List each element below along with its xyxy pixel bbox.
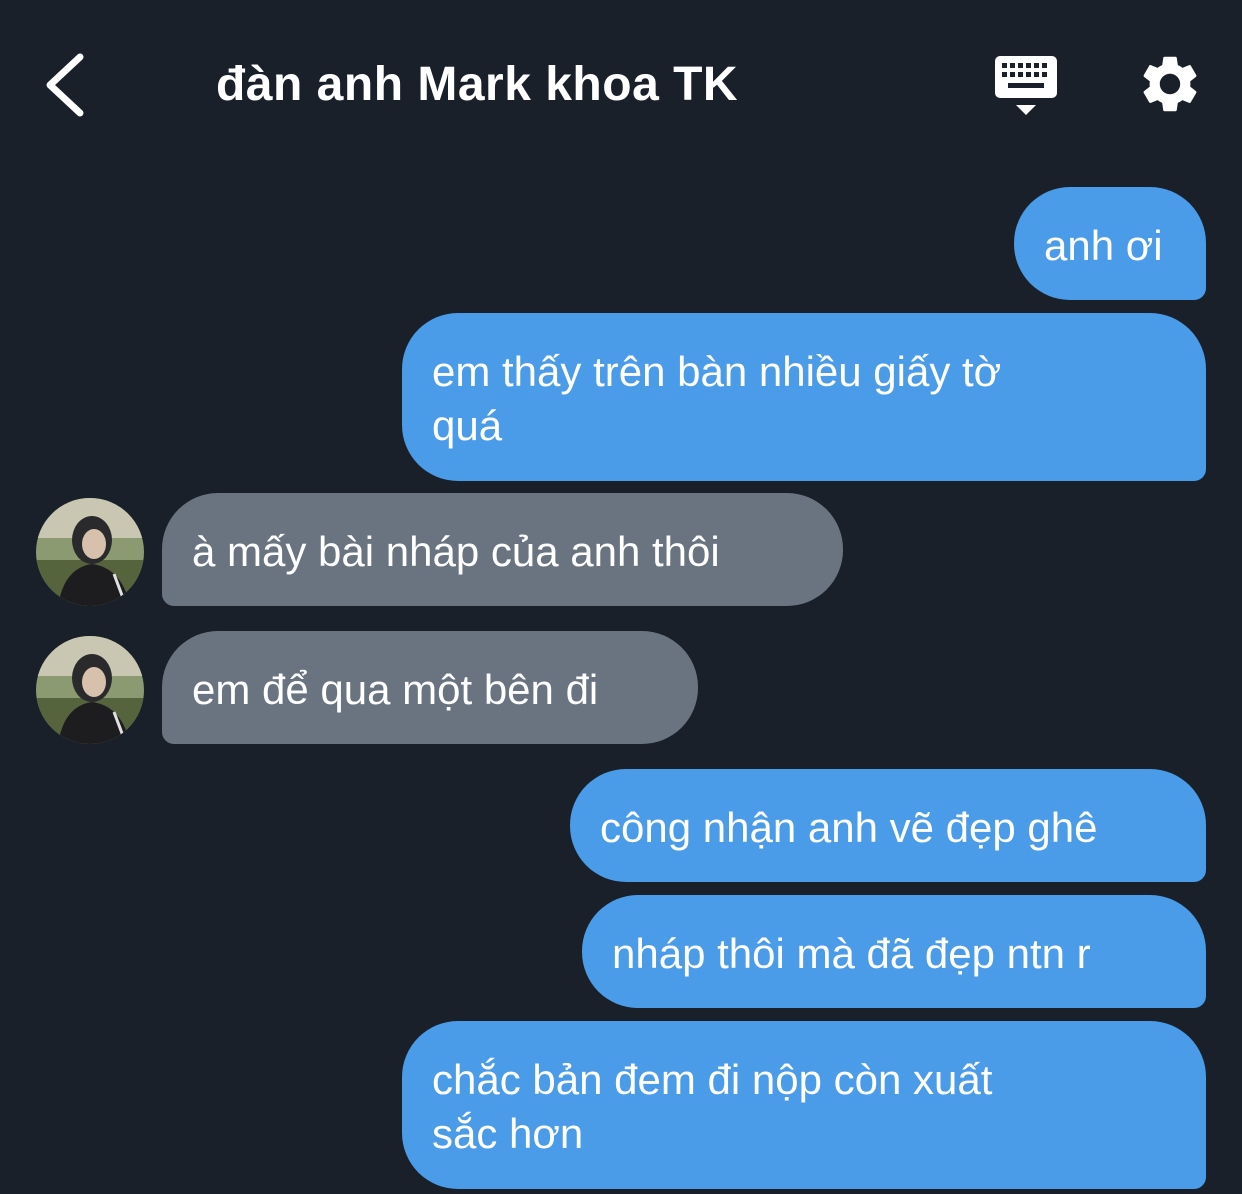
- message-bubble-outgoing[interactable]: chắc bản đem đi nộp còn xuất sắc hơn: [402, 1021, 1206, 1189]
- message-bubble-outgoing[interactable]: nháp thôi mà đã đẹp ntn r: [582, 895, 1206, 1008]
- message-bubble-outgoing[interactable]: anh ơi: [1014, 187, 1206, 300]
- message-bubble-outgoing[interactable]: em thấy trên bàn nhiều giấy tờ quá: [402, 313, 1206, 481]
- message-list: anh ơi em thấy trên bàn nhiều giấy tờ qu…: [0, 0, 1242, 1194]
- message-bubble-incoming[interactable]: em để qua một bên đi: [162, 631, 698, 744]
- avatar[interactable]: [36, 498, 144, 606]
- avatar-photo: [36, 636, 144, 744]
- avatar-photo: [36, 498, 144, 606]
- message-bubble-incoming[interactable]: à mấy bài nháp của anh thôi: [162, 493, 843, 606]
- avatar[interactable]: [36, 636, 144, 744]
- message-bubble-outgoing[interactable]: công nhận anh vẽ đẹp ghê: [570, 769, 1206, 882]
